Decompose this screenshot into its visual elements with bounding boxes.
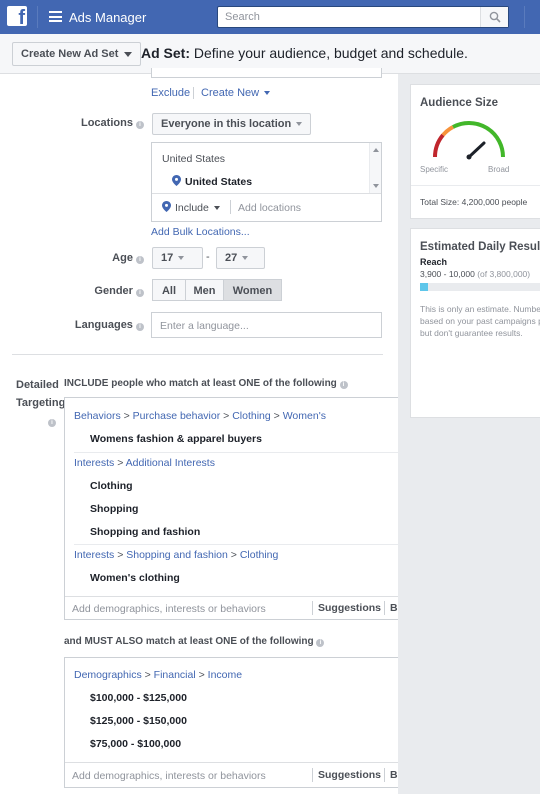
reach-bar-track <box>420 283 540 291</box>
location-pin-icon <box>162 201 171 212</box>
must-also-heading: and MUST ALSO match at least ONE of the … <box>64 636 325 647</box>
languages-label: Languages i <box>60 319 144 331</box>
breadcrumb[interactable]: Behaviors > Purchase behavior > Clothing… <box>74 410 326 422</box>
search-box[interactable]: Search <box>217 6 509 28</box>
age-min-dropdown[interactable]: 17 <box>152 247 203 269</box>
info-icon[interactable]: i <box>339 381 348 389</box>
search-button[interactable] <box>480 7 508 27</box>
breadcrumb[interactable]: Interests > Additional Interests <box>74 457 215 469</box>
exclude-link[interactable]: Exclude <box>151 87 190 99</box>
daily-results-card: Estimated Daily Results Reach 3,900 - 10… <box>410 228 540 418</box>
gauge-specific-label: Specific <box>420 165 449 174</box>
create-new-ad-set-button[interactable]: Create New Ad Set <box>12 42 142 66</box>
divider <box>74 452 424 453</box>
detailed-targeting-label: Detailed Targeting i <box>16 379 66 427</box>
audience-size-card: Audience Size Specific Broad Total Size:… <box>410 84 540 219</box>
divider <box>65 596 432 597</box>
gender-women-button[interactable]: Women <box>223 279 282 301</box>
info-icon[interactable]: i <box>48 419 56 427</box>
targeting-item[interactable]: $75,000 - $100,000 <box>90 738 181 750</box>
info-icon[interactable]: i <box>136 323 144 331</box>
targeting-item[interactable]: Women's clothing <box>90 572 180 584</box>
reach-range: 3,900 - 10,000 (of 3,800,000) <box>420 269 531 279</box>
reach-label: Reach <box>420 257 448 267</box>
breadcrumb[interactable]: Interests > Shopping and fashion > Cloth… <box>74 549 278 561</box>
divider <box>152 193 381 194</box>
targeting-item[interactable]: $125,000 - $150,000 <box>90 715 187 727</box>
caret-down-icon <box>242 256 249 261</box>
suggestions-button[interactable]: Suggestions <box>318 769 381 781</box>
divider <box>65 762 432 763</box>
locations-label: Locations i <box>60 117 144 129</box>
app-name[interactable]: Ads Manager <box>69 10 146 25</box>
targeting-item[interactable]: Shopping and fashion <box>90 526 200 538</box>
info-icon[interactable]: i <box>136 256 144 264</box>
info-icon[interactable]: i <box>316 639 325 647</box>
gender-men-button[interactable]: Men <box>185 279 224 301</box>
daily-results-title: Estimated Daily Results <box>420 241 540 253</box>
estimate-note: This is only an estimate. Numbers shown … <box>420 304 540 338</box>
add-locations-input[interactable]: Add locations <box>238 202 301 214</box>
caret-down-icon <box>296 122 303 127</box>
page-title: Ad Set: Define your audience, budget and… <box>141 45 468 61</box>
create-new-link[interactable]: Create New <box>201 87 271 99</box>
languages-input[interactable]: Enter a language... <box>151 312 382 338</box>
suggestions-button[interactable]: Suggestions <box>318 602 381 614</box>
menu-icon[interactable] <box>49 11 62 22</box>
caret-down-icon <box>264 91 271 96</box>
facebook-logo-icon[interactable]: f <box>7 6 27 28</box>
audience-size-title: Audience Size <box>420 97 498 109</box>
age-label: Age i <box>60 252 144 264</box>
gender-label: Gender i <box>60 285 144 297</box>
divider <box>74 544 424 545</box>
info-icon[interactable]: i <box>136 289 144 297</box>
breadcrumb[interactable]: Demographics > Financial > Income <box>74 669 242 681</box>
locations-box: United States United States Include Add … <box>151 142 382 222</box>
divider <box>193 87 194 99</box>
scrollbar[interactable] <box>369 143 381 193</box>
info-icon[interactable]: i <box>136 121 144 129</box>
section-divider <box>12 354 383 355</box>
include-targeting-box: Behaviors > Purchase behavior > Clothing… <box>64 397 433 620</box>
search-icon <box>489 11 501 23</box>
top-bar: f Ads Manager Search <box>0 0 540 34</box>
caret-down-icon <box>178 256 185 261</box>
age-max-dropdown[interactable]: 27 <box>216 247 265 269</box>
caret-down-icon <box>124 51 133 57</box>
audience-gauge-icon <box>432 121 505 160</box>
custom-audience-box[interactable] <box>151 68 382 78</box>
location-country-header: United States <box>162 153 226 165</box>
caret-down-icon <box>213 206 220 211</box>
divider <box>524 6 525 28</box>
divider <box>37 6 38 28</box>
targeting-item[interactable]: Clothing <box>90 480 133 492</box>
age-dash: - <box>206 251 210 263</box>
targeting-item[interactable]: Womens fashion & apparel buyers <box>90 433 262 445</box>
add-targeting-input[interactable]: Add demographics, interests or behaviors <box>72 603 266 615</box>
add-targeting-input[interactable]: Add demographics, interests or behaviors <box>72 770 266 782</box>
gauge-broad-label: Broad <box>488 165 510 174</box>
include-heading: INCLUDE people who match at least ONE of… <box>64 378 348 389</box>
targeting-item[interactable]: $100,000 - $125,000 <box>90 692 187 704</box>
must-also-targeting-box: Demographics > Financial > Income $100,0… <box>64 657 433 788</box>
locations-dropdown[interactable]: Everyone in this location <box>152 113 312 135</box>
add-bulk-locations-link[interactable]: Add Bulk Locations... <box>151 226 250 238</box>
divider <box>230 200 231 214</box>
search-input[interactable]: Search <box>225 11 260 23</box>
reach-bar-fill <box>420 283 428 291</box>
right-sidebar: Audience Size Specific Broad Total Size:… <box>398 74 540 794</box>
total-size: Total Size: 4,200,000 people <box>420 197 528 207</box>
location-pin-icon <box>172 175 181 186</box>
include-dropdown[interactable]: Include <box>162 201 220 214</box>
targeting-item[interactable]: Shopping <box>90 503 138 515</box>
location-selected[interactable]: United States <box>172 175 252 188</box>
gender-all-button[interactable]: All <box>152 279 186 301</box>
